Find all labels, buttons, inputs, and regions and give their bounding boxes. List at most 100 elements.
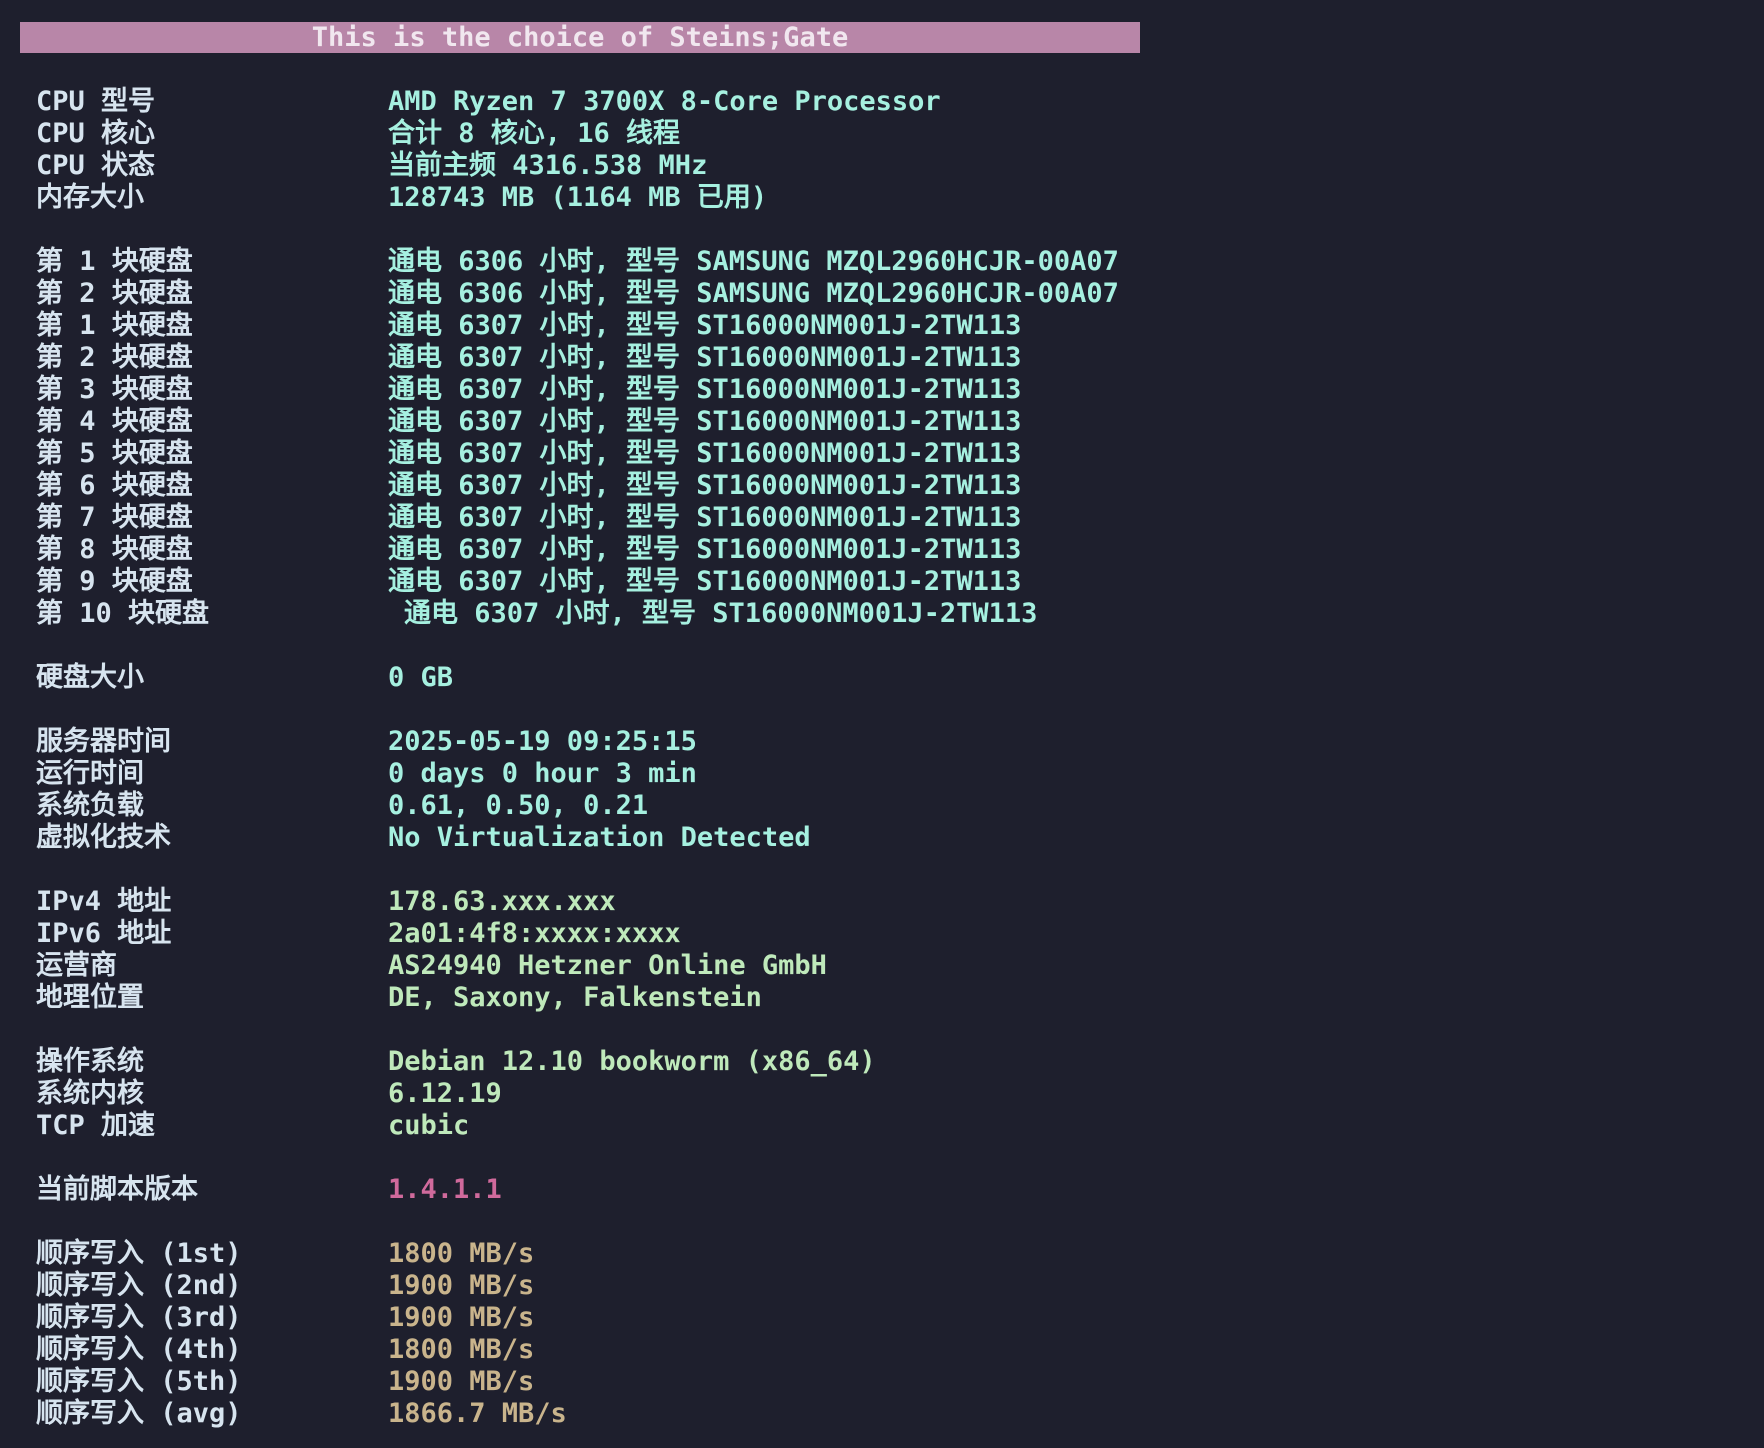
info-row-ipv4: IPv4 地址 178.63.xxx.xxx <box>36 886 1736 918</box>
system-section: 服务器时间 2025-05-19 09:25:15 运行时间 0 days 0 ho… <box>36 726 1736 854</box>
row-value: 通电 6307 小时, 型号 ST16000NM001J-2TW113 <box>388 342 1022 373</box>
row-label: CPU 型号 <box>36 86 156 117</box>
row-label: 第 3 块硬盘 <box>36 374 193 405</box>
disk-size-section: 硬盘大小 0 GB <box>36 662 1736 694</box>
row-value: 128743 MB (1164 MB 已用) <box>388 182 768 213</box>
version-section: 当前脚本版本 1.4.1.1 <box>36 1174 1736 1206</box>
row-value: 通电 6307 小时, 型号 ST16000NM001J-2TW113 <box>388 438 1022 469</box>
disk-row: 第 6 块硬盘 通电 6307 小时, 型号 ST16000NM001J-2TW1… <box>36 470 1736 502</box>
info-row-ipv6: IPv6 地址 2a01:4f8:xxxx:xxxx <box>36 918 1736 950</box>
row-label: 第 2 块硬盘 <box>36 342 193 373</box>
disk-row: 第 1 块硬盘 通电 6306 小时, 型号 SAMSUNG MZQL2960HC… <box>36 246 1736 278</box>
row-label: 操作系统 <box>36 1046 144 1077</box>
os-section: 操作系统 Debian 12.10 bookworm (x86_64) 系统内核 6… <box>36 1046 1736 1142</box>
row-label: IPv4 地址 <box>36 886 172 917</box>
row-value: 通电 6307 小时, 型号 ST16000NM001J-2TW113 <box>388 502 1022 533</box>
row-label: 服务器时间 <box>36 726 171 757</box>
row-value: 1800 MB/s <box>388 1334 535 1365</box>
row-value: Debian 12.10 bookworm (x86_64) <box>388 1046 876 1077</box>
row-label: 内存大小 <box>36 182 144 213</box>
disk-row: 第 7 块硬盘 通电 6307 小时, 型号 ST16000NM001J-2TW1… <box>36 502 1736 534</box>
row-label: 第 9 块硬盘 <box>36 566 193 597</box>
row-label: CPU 状态 <box>36 150 156 181</box>
row-label: 第 1 块硬盘 <box>36 246 193 277</box>
row-value: 0.61, 0.50, 0.21 <box>388 790 649 821</box>
row-value: DE, Saxony, Falkenstein <box>388 982 762 1013</box>
row-value: cubic <box>388 1110 470 1141</box>
info-row-cpu-status: CPU 状态 当前主频 4316.538 MHz <box>36 150 1736 182</box>
write-test-row: 顺序写入 (1st) 1800 MB/s <box>36 1238 1736 1270</box>
write-test-row: 顺序写入 (4th) 1800 MB/s <box>36 1334 1736 1366</box>
row-value: 1900 MB/s <box>388 1270 535 1301</box>
info-row-load: 系统负载 0.61, 0.50, 0.21 <box>36 790 1736 822</box>
info-row-os: 操作系统 Debian 12.10 bookworm (x86_64) <box>36 1046 1736 1078</box>
info-row-virtualization: 虚拟化技术 No Virtualization Detected <box>36 822 1736 854</box>
row-value: 1800 MB/s <box>388 1238 535 1269</box>
row-label: 系统负载 <box>36 790 144 821</box>
info-row-location: 地理位置 DE, Saxony, Falkenstein <box>36 982 1736 1014</box>
banner-title: This is the choice of Steins;Gate <box>20 22 1140 53</box>
row-label: 顺序写入 (avg) <box>36 1398 242 1429</box>
info-row-disk-size: 硬盘大小 0 GB <box>36 662 1736 694</box>
cpu-section: CPU 型号 AMD Ryzen 7 3700X 8-Core Processo… <box>36 86 1736 214</box>
row-label: 顺序写入 (2nd) <box>36 1270 242 1301</box>
row-value: 2025-05-19 09:25:15 <box>388 726 697 757</box>
row-label: 虚拟化技术 <box>36 822 171 853</box>
row-value: 通电 6307 小时, 型号 ST16000NM001J-2TW113 <box>388 534 1022 565</box>
row-value: 6.12.19 <box>388 1078 502 1109</box>
info-row-script-version: 当前脚本版本 1.4.1.1 <box>36 1174 1736 1206</box>
info-row-isp: 运营商 AS24940 Hetzner Online GmbH <box>36 950 1736 982</box>
row-value: 通电 6307 小时, 型号 ST16000NM001J-2TW113 <box>388 406 1022 437</box>
info-row-tcp: TCP 加速 cubic <box>36 1110 1736 1142</box>
row-label: TCP 加速 <box>36 1110 156 1141</box>
write-test-section: 顺序写入 (1st) 1800 MB/s 顺序写入 (2nd) 1900 MB/s … <box>36 1238 1736 1430</box>
disk-row: 第 8 块硬盘 通电 6307 小时, 型号 ST16000NM001J-2TW1… <box>36 534 1736 566</box>
row-value: AS24940 Hetzner Online GmbH <box>388 950 827 981</box>
row-label: 第 5 块硬盘 <box>36 438 193 469</box>
row-label: 顺序写入 (1st) <box>36 1238 242 1269</box>
row-label: 顺序写入 (3rd) <box>36 1302 242 1333</box>
row-value: 通电 6307 小时, 型号 ST16000NM001J-2TW113 <box>388 374 1022 405</box>
row-label: 硬盘大小 <box>36 662 144 693</box>
disk-row: 第 9 块硬盘 通电 6307 小时, 型号 ST16000NM001J-2TW1… <box>36 566 1736 598</box>
row-value: 当前主频 4316.538 MHz <box>388 150 708 181</box>
disk-row: 第 10 块硬盘 通电 6307 小时, 型号 ST16000NM001J-2TW… <box>36 598 1736 630</box>
row-value: 0 days 0 hour 3 min <box>388 758 697 789</box>
row-label: 第 6 块硬盘 <box>36 470 193 501</box>
info-row-kernel: 系统内核 6.12.19 <box>36 1078 1736 1110</box>
row-value: 1900 MB/s <box>388 1366 535 1397</box>
row-value: 通电 6307 小时, 型号 ST16000NM001J-2TW113 <box>388 470 1022 501</box>
row-label: 运营商 <box>36 950 117 981</box>
row-label: 第 4 块硬盘 <box>36 406 193 437</box>
terminal-window: This is the choice of Steins;Gate CPU 型号… <box>0 0 1764 1448</box>
row-label: 当前脚本版本 <box>36 1174 198 1205</box>
disk-section: 第 1 块硬盘 通电 6306 小时, 型号 SAMSUNG MZQL2960HC… <box>36 246 1736 630</box>
row-value: 1866.7 MB/s <box>388 1398 567 1429</box>
info-row-cpu-model: CPU 型号 AMD Ryzen 7 3700X 8-Core Processo… <box>36 86 1736 118</box>
disk-row: 第 3 块硬盘 通电 6307 小时, 型号 ST16000NM001J-2TW1… <box>36 374 1736 406</box>
row-label: 顺序写入 (4th) <box>36 1334 242 1365</box>
row-label: 运行时间 <box>36 758 144 789</box>
row-value: AMD Ryzen 7 3700X 8-Core Processor <box>388 86 941 117</box>
row-value: 合计 8 核心, 16 线程 <box>388 118 681 149</box>
row-label: 第 10 块硬盘 <box>36 598 210 629</box>
row-value: 通电 6307 小时, 型号 ST16000NM001J-2TW113 <box>388 566 1022 597</box>
disk-row: 第 5 块硬盘 通电 6307 小时, 型号 ST16000NM001J-2TW1… <box>36 438 1736 470</box>
disk-row: 第 2 块硬盘 通电 6307 小时, 型号 ST16000NM001J-2TW1… <box>36 342 1736 374</box>
row-value: 2a01:4f8:xxxx:xxxx <box>388 918 681 949</box>
row-label: IPv6 地址 <box>36 918 172 949</box>
row-value: 通电 6307 小时, 型号 ST16000NM001J-2TW113 <box>388 310 1022 341</box>
row-value: 1.4.1.1 <box>388 1174 502 1205</box>
write-test-row: 顺序写入 (5th) 1900 MB/s <box>36 1366 1736 1398</box>
write-test-row: 顺序写入 (3rd) 1900 MB/s <box>36 1302 1736 1334</box>
disk-row: 第 1 块硬盘 通电 6307 小时, 型号 ST16000NM001J-2TW1… <box>36 310 1736 342</box>
row-label: CPU 核心 <box>36 118 156 149</box>
info-row-cpu-cores: CPU 核心 合计 8 核心, 16 线程 <box>36 118 1736 150</box>
row-value: 0 GB <box>388 662 454 693</box>
network-section: IPv4 地址 178.63.xxx.xxx IPv6 地址 2a01:4f8:xx… <box>36 886 1736 1014</box>
disk-row: 第 2 块硬盘 通电 6306 小时, 型号 SAMSUNG MZQL2960HC… <box>36 278 1736 310</box>
disk-row: 第 4 块硬盘 通电 6307 小时, 型号 ST16000NM001J-2TW1… <box>36 406 1736 438</box>
row-value: 1900 MB/s <box>388 1302 535 1333</box>
row-value: 通电 6306 小时, 型号 SAMSUNG MZQL2960HCJR-00A0… <box>388 246 1119 277</box>
row-label: 系统内核 <box>36 1078 144 1109</box>
